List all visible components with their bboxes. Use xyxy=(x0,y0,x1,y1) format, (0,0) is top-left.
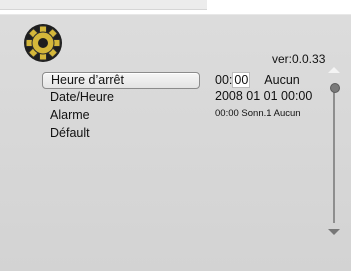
menu-item-label: Défault xyxy=(50,126,90,140)
scrollbar-track[interactable] xyxy=(333,89,335,223)
gear-icon xyxy=(24,24,62,62)
alarm-value: 00:00 Sonn.1 Aucun xyxy=(215,108,301,119)
menu-item-date-time[interactable]: Date/Heure xyxy=(42,89,198,106)
triangle-down-icon[interactable] xyxy=(328,229,340,235)
stop-time-mode[interactable]: Aucun xyxy=(264,73,299,87)
menu-item-stop-time[interactable]: Heure d’arrêt xyxy=(42,72,200,89)
stop-time-minutes-field[interactable]: 00 xyxy=(232,72,251,88)
stop-time-hours[interactable]: 00: xyxy=(215,73,232,87)
date-time-value: 2008 01 01 00:00 xyxy=(215,89,313,103)
stop-time-value: 00: 00 Aucun xyxy=(215,72,300,88)
menu-item-default[interactable]: Défault xyxy=(42,125,198,142)
menu-item-label: Heure d’arrêt xyxy=(51,73,124,87)
triangle-up-icon[interactable] xyxy=(328,67,340,73)
scrollbar-thumb[interactable] xyxy=(330,83,340,93)
menu-item-alarm[interactable]: Alarme xyxy=(42,107,198,124)
top-tab-strip xyxy=(0,0,207,10)
menu-item-label: Alarme xyxy=(50,108,90,122)
menu-item-label: Date/Heure xyxy=(50,90,114,104)
version-label: ver:0.0.33 xyxy=(272,52,326,66)
